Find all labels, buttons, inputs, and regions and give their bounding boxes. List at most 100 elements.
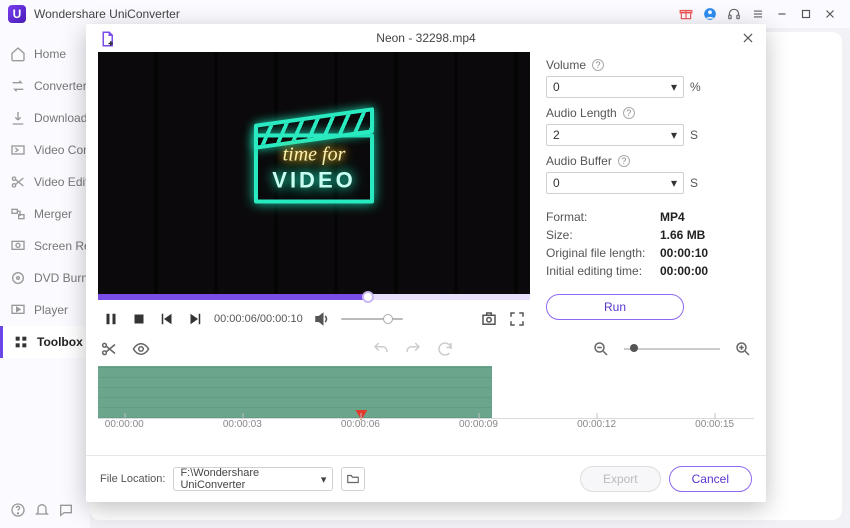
- run-button[interactable]: Run: [546, 294, 684, 320]
- zoom-slider[interactable]: [624, 348, 720, 350]
- sidebar-item-label: Toolbox: [37, 335, 83, 349]
- orig-len-value: 00:00:10: [660, 246, 708, 260]
- format-label: Format:: [546, 210, 650, 224]
- snapshot-button[interactable]: [480, 310, 498, 328]
- export-button[interactable]: Export: [580, 466, 661, 492]
- ruler-tick: 00:00:06: [341, 419, 380, 430]
- timeline-track[interactable]: [98, 366, 492, 418]
- volume-select[interactable]: 0▾: [546, 76, 684, 98]
- init-edit-label: Initial editing time:: [546, 264, 650, 278]
- gift-icon[interactable]: [674, 2, 698, 26]
- timeline: 00:00:00 00:00:03 00:00:06 00:00:09 00:0…: [98, 366, 754, 440]
- sidebar-item-compressor[interactable]: Video Compressor: [0, 134, 90, 166]
- close-button[interactable]: [818, 2, 842, 26]
- modal-title: Neon - 32298.mp4: [376, 31, 475, 45]
- format-value: MP4: [660, 210, 685, 224]
- editor-modal: Neon - 32298.mp4 time for VIDEO: [86, 24, 766, 502]
- modal-footer: File Location: F:\Wondershare UniConvert…: [86, 455, 766, 502]
- neon-text-1: time for: [258, 143, 370, 166]
- open-folder-button[interactable]: [341, 467, 365, 491]
- bell-icon[interactable]: [34, 502, 50, 518]
- sidebar-item-dvd[interactable]: DVD Burner: [0, 262, 90, 294]
- zoom-out-button[interactable]: [592, 340, 610, 358]
- volume-icon[interactable]: [313, 310, 331, 328]
- volume-label: Volume: [546, 58, 586, 72]
- help-icon[interactable]: ?: [623, 107, 635, 119]
- sidebar: Home Converter Downloader Video Compress…: [0, 28, 90, 528]
- neon-clapper-graphic: time for VIDEO: [254, 133, 374, 203]
- help-icon[interactable]: ?: [618, 155, 630, 167]
- volume-unit: %: [690, 80, 701, 94]
- app-name: Wondershare UniConverter: [34, 7, 180, 21]
- zoom-in-button[interactable]: [734, 340, 752, 358]
- sidebar-item-label: Home: [34, 47, 66, 61]
- refresh-button[interactable]: [436, 340, 454, 358]
- cancel-button[interactable]: Cancel: [669, 466, 752, 492]
- audio-buffer-select[interactable]: 0▾: [546, 172, 684, 194]
- file-location-select[interactable]: F:\Wondershare UniConverter▾: [173, 467, 333, 491]
- record-icon: [10, 238, 26, 254]
- download-icon: [10, 110, 26, 126]
- time-display: 00:00:06/00:00:10: [214, 313, 303, 325]
- sidebar-item-label: Converter: [34, 79, 87, 93]
- preview-tool[interactable]: [132, 340, 150, 358]
- orig-len-label: Original file length:: [546, 246, 650, 260]
- sidebar-item-label: Video Editor: [34, 175, 90, 189]
- ruler-tick: 00:00:00: [105, 419, 144, 430]
- sidebar-item-home[interactable]: Home: [0, 38, 90, 70]
- message-icon[interactable]: [58, 502, 74, 518]
- sidebar-item-merger[interactable]: Merger: [0, 198, 90, 230]
- preview-panel: time for VIDEO 00:00:06/00:00:10: [98, 52, 530, 334]
- sidebar-item-label: Merger: [34, 207, 72, 221]
- next-frame-button[interactable]: [186, 310, 204, 328]
- help-icon[interactable]: ?: [592, 59, 604, 71]
- minimize-button[interactable]: [770, 2, 794, 26]
- chevron-down-icon: ▾: [321, 473, 327, 486]
- pause-button[interactable]: [102, 310, 120, 328]
- fullscreen-button[interactable]: [508, 310, 526, 328]
- redo-button[interactable]: [404, 340, 422, 358]
- sidebar-item-editor[interactable]: Video Editor: [0, 166, 90, 198]
- cut-tool[interactable]: [100, 340, 118, 358]
- audio-length-select[interactable]: 2▾: [546, 124, 684, 146]
- init-edit-value: 00:00:00: [660, 264, 708, 278]
- scissors-icon: [10, 174, 26, 190]
- neon-text-2: VIDEO: [258, 167, 370, 193]
- volume-slider[interactable]: [341, 318, 403, 320]
- ruler-tick: 00:00:15: [695, 419, 734, 430]
- chevron-down-icon: ▾: [671, 176, 677, 190]
- size-label: Size:: [546, 228, 650, 242]
- stop-button[interactable]: [130, 310, 148, 328]
- ruler-tick: 00:00:09: [459, 419, 498, 430]
- sidebar-item-player[interactable]: Player: [0, 294, 90, 326]
- help-icon[interactable]: [10, 502, 26, 518]
- sidebar-item-label: Player: [34, 303, 68, 317]
- timeline-toolbar: [86, 334, 766, 358]
- modal-close-button[interactable]: [738, 28, 758, 48]
- convert-icon: [10, 78, 26, 94]
- sidebar-item-label: Downloader: [34, 111, 90, 125]
- sidebar-item-toolbox[interactable]: Toolbox: [0, 326, 90, 358]
- compress-icon: [10, 142, 26, 158]
- sidebar-item-downloader[interactable]: Downloader: [0, 102, 90, 134]
- maximize-button[interactable]: [794, 2, 818, 26]
- avatar-icon[interactable]: [698, 2, 722, 26]
- audio-buffer-label: Audio Buffer: [546, 154, 612, 168]
- sidebar-item-label: Screen Recorder: [34, 239, 90, 253]
- ruler-tick: 00:00:03: [223, 419, 262, 430]
- sidebar-item-recorder[interactable]: Screen Recorder: [0, 230, 90, 262]
- app-logo: U: [8, 5, 26, 23]
- sidebar-item-converter[interactable]: Converter: [0, 70, 90, 102]
- play-icon: [10, 302, 26, 318]
- modal-header: Neon - 32298.mp4: [86, 24, 766, 52]
- video-preview[interactable]: time for VIDEO: [98, 52, 530, 294]
- dvd-icon: [10, 270, 26, 286]
- add-file-icon[interactable]: [98, 30, 116, 48]
- undo-button[interactable]: [372, 340, 390, 358]
- menu-icon[interactable]: [746, 2, 770, 26]
- home-icon: [10, 46, 26, 62]
- headphones-icon[interactable]: [722, 2, 746, 26]
- prev-frame-button[interactable]: [158, 310, 176, 328]
- video-progress[interactable]: [98, 294, 530, 300]
- timeline-ruler: 00:00:00 00:00:03 00:00:06 00:00:09 00:0…: [98, 418, 754, 440]
